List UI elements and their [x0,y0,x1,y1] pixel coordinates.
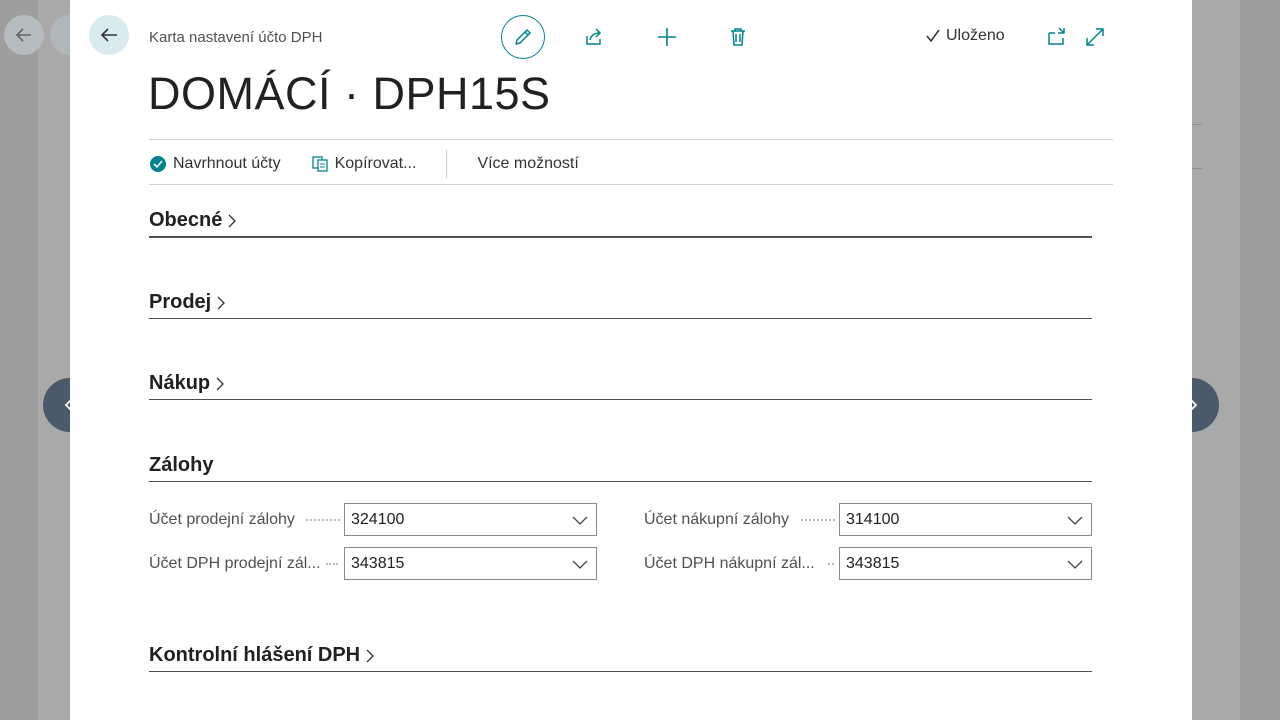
divider [149,139,1113,140]
page-title: DOMÁCÍ · DPH15S [148,68,551,119]
field-leader-dots [306,519,340,522]
section-purchase: Nákup [149,369,1092,400]
sales-advance-account-label: Účet prodejní zálohy [149,511,295,528]
suggest-accounts-button[interactable]: Navrhnout účty [149,155,281,173]
section-purchase-header[interactable]: Nákup [149,372,226,395]
section-sales-title: Prodej [149,291,212,313]
expand-button[interactable] [1073,15,1117,59]
purchase-advance-account-value: 314100 [846,511,900,528]
section-advances-header[interactable]: Zálohy [149,454,213,477]
purchase-advance-vat-account-field[interactable]: 343815 [839,547,1092,580]
divider [149,184,1113,185]
section-general-title: Obecné [149,209,223,231]
copy-label: Kopírovat... [334,155,417,172]
expand-icon [1086,28,1104,46]
arrow-left-icon [15,28,31,42]
page-caption: Karta nastavení účto DPH [149,29,323,46]
chevron-right-icon [217,296,226,309]
section-control-report: Kontrolní hlášení DPH [149,641,1092,672]
background-divider [1192,168,1202,169]
chevron-down-icon [572,516,588,525]
background-back-button [4,15,44,55]
pencil-icon [515,29,531,45]
open-in-new-window-icon [1048,27,1065,45]
purchase-advance-account-field[interactable]: 314100 [839,503,1092,536]
field-leader-dots [828,563,834,566]
field-leader-dots [801,519,835,522]
section-control-report-title: Kontrolní hlášení DPH [149,644,361,666]
check-circle-icon [150,156,166,172]
arrow-left-icon [100,28,117,42]
save-status-label: Uloženo [946,27,1005,44]
sales-advance-vat-account-value: 343815 [351,555,405,572]
field-leader-dots [326,563,338,566]
new-button[interactable] [645,15,689,59]
sales-advance-account-field[interactable]: 324100 [344,503,597,536]
copy-button[interactable]: Kopírovat... [311,155,417,173]
sales-advance-account-value: 324100 [351,511,405,528]
share-icon [586,28,602,45]
sales-advance-vat-account-label: Účet DPH prodejní zál... [149,555,321,572]
more-options-label: Více možností [477,155,579,172]
more-options-button[interactable]: Více možností [477,155,578,173]
chevron-right-icon [228,214,237,227]
action-bar: Navrhnout účty Kopírovat... Více možnost… [149,150,579,178]
chevron-down-icon [1067,516,1083,525]
copy-icon [311,156,328,172]
section-general: Obecné [149,206,1092,238]
chevron-down-icon [572,560,588,569]
purchase-advance-vat-account-label: Účet DPH nákupní zál... [644,555,815,572]
purchase-advance-account-label: Účet nákupní zálohy [644,511,789,528]
trash-icon [731,28,745,46]
chevron-down-icon [1067,560,1083,569]
section-advances-title: Zálohy [149,454,214,476]
section-sales-header[interactable]: Prodej [149,291,227,314]
delete-button[interactable] [716,15,760,59]
save-status: Uloženo [924,27,1005,45]
action-separator [446,150,448,178]
suggest-accounts-label: Navrhnout účty [173,155,281,172]
record-card: Karta nastavení účto DPH DOMÁCÍ · DPH15S… [70,0,1192,720]
edit-button[interactable] [501,15,545,59]
background-divider [1192,124,1202,125]
chevron-right-icon [216,377,225,390]
sales-advance-vat-account-field[interactable]: 343815 [344,547,597,580]
section-purchase-title: Nákup [149,372,211,394]
share-button[interactable] [572,15,616,59]
plus-icon [658,28,676,46]
purchase-advance-vat-account-value: 343815 [846,555,900,572]
checkmark-icon [926,29,940,43]
back-button[interactable] [89,15,129,55]
section-control-report-header[interactable]: Kontrolní hlášení DPH [149,644,376,667]
section-advances: Zálohy [149,451,1092,482]
chevron-right-icon [366,649,375,662]
section-general-header[interactable]: Obecné [149,209,238,232]
section-sales: Prodej [149,288,1092,319]
